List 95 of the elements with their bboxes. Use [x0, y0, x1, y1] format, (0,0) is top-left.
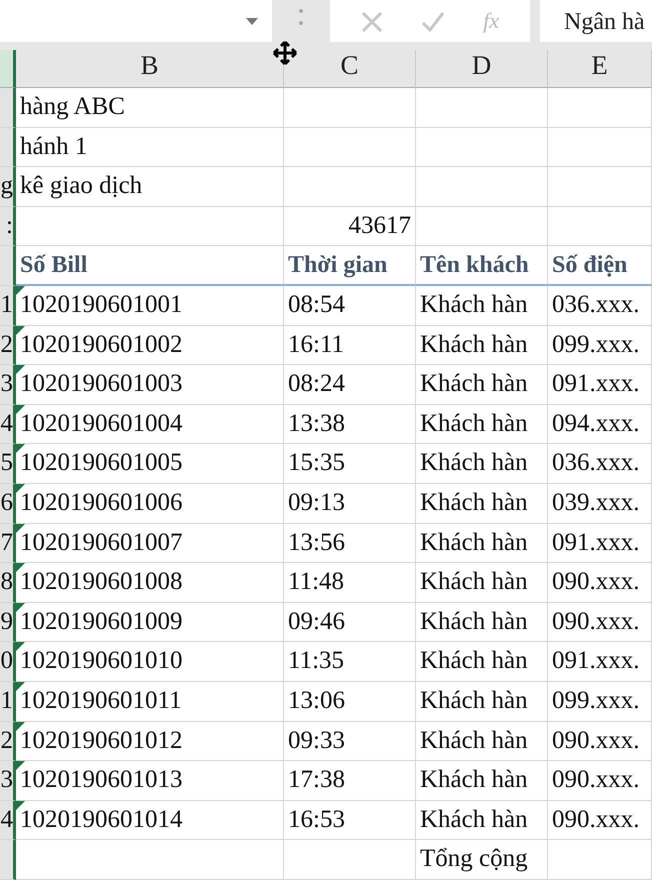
table-cell[interactable]: 1020190601013 [16, 761, 284, 801]
table-cell[interactable]: 090.xxx. [548, 563, 652, 603]
table-cell[interactable]: 090.xxx. [548, 602, 652, 642]
table-cell[interactable]: Khách hàn [416, 404, 548, 444]
table-cell[interactable]: 036.xxx. [548, 286, 652, 326]
table-cell[interactable]: 099.xxx. [548, 326, 652, 366]
table-cell[interactable]: 039.xxx. [548, 484, 652, 524]
column-header[interactable]: D [416, 50, 548, 88]
table-cell[interactable]: 1 [0, 682, 16, 722]
table-cell[interactable]: Khách hàn [416, 326, 548, 366]
name-box[interactable] [0, 0, 272, 42]
table-cell[interactable]: Khách hàn [416, 722, 548, 762]
table-cell[interactable]: 13:38 [284, 404, 416, 444]
table-cell[interactable]: 090.xxx. [548, 761, 652, 801]
column-header[interactable]: B [16, 50, 284, 88]
table-cell[interactable]: 11:48 [284, 563, 416, 603]
table-cell[interactable]: hánh 1 [16, 128, 284, 168]
column-header[interactable]: C [284, 50, 416, 88]
table-cell[interactable]: Khách hàn [416, 642, 548, 682]
table-cell[interactable] [0, 128, 16, 168]
table-cell[interactable]: kê giao dịch [16, 167, 284, 207]
table-cell[interactable]: Khách hàn [416, 682, 548, 722]
table-cell[interactable]: 17:38 [284, 761, 416, 801]
table-cell[interactable]: Tổng cộng [416, 840, 548, 880]
column-title[interactable]: Số Bill [16, 246, 284, 286]
table-cell[interactable]: 09:46 [284, 602, 416, 642]
table-cell[interactable]: 1020190601006 [16, 484, 284, 524]
table-cell[interactable]: 1020190601007 [16, 524, 284, 564]
table-cell[interactable]: 7 [0, 524, 16, 564]
table-cell[interactable]: 3 [0, 365, 16, 405]
table-cell[interactable]: 091.xxx. [548, 642, 652, 682]
table-cell[interactable]: 091.xxx. [548, 524, 652, 564]
table-cell[interactable]: Khách hàn [416, 602, 548, 642]
table-cell[interactable]: Khách hàn [416, 484, 548, 524]
table-cell[interactable]: 3 [0, 761, 16, 801]
table-cell[interactable]: Khách hàn [416, 563, 548, 603]
table-cell[interactable]: 13:06 [284, 682, 416, 722]
table-cell[interactable]: 090.xxx. [548, 722, 652, 762]
table-cell[interactable]: 1020190601002 [16, 326, 284, 366]
table-cell[interactable] [0, 88, 16, 128]
table-cell[interactable]: 1020190601001 [16, 286, 284, 326]
table-cell[interactable]: : [0, 206, 16, 246]
table-cell[interactable]: 1020190601004 [16, 404, 284, 444]
table-cell[interactable]: 1020190601012 [16, 722, 284, 762]
table-cell[interactable] [0, 840, 16, 880]
table-cell[interactable]: 5 [0, 444, 16, 484]
grip-icon [299, 8, 303, 26]
table-cell[interactable]: 1020190601010 [16, 642, 284, 682]
table-cell[interactable]: Khách hàn [416, 761, 548, 801]
column-title[interactable]: Tên khách [416, 246, 548, 286]
table-cell[interactable]: Khách hàn [416, 800, 548, 840]
table-cell[interactable]: 09:13 [284, 484, 416, 524]
table-cell[interactable]: 1020190601011 [16, 682, 284, 722]
dropdown-caret-icon [246, 18, 258, 24]
table-cell[interactable]: 09:33 [284, 722, 416, 762]
table-cell[interactable]: Khách hàn [416, 365, 548, 405]
table-cell[interactable]: 4 [0, 404, 16, 444]
table-cell[interactable]: 2 [0, 722, 16, 762]
column-header[interactable] [0, 50, 16, 88]
table-cell[interactable]: Khách hàn [416, 524, 548, 564]
table-cell[interactable]: 1020190601005 [16, 444, 284, 484]
table-cell[interactable]: 036.xxx. [548, 444, 652, 484]
table-cell[interactable]: hàng ABC [16, 88, 284, 128]
column-title[interactable]: Số điện [548, 246, 652, 286]
table-cell[interactable]: 11:35 [284, 642, 416, 682]
table-cell[interactable]: 08:24 [284, 365, 416, 405]
formula-content[interactable]: Ngân hà [540, 0, 652, 42]
table-cell[interactable]: Khách hàn [416, 444, 548, 484]
table-cell[interactable]: 1020190601009 [16, 602, 284, 642]
column-title[interactable]: Thời gian [284, 246, 416, 286]
table-cell[interactable]: g [0, 167, 16, 207]
table-cell[interactable]: 1020190601003 [16, 365, 284, 405]
table-cell[interactable]: 9 [0, 602, 16, 642]
table-cell[interactable]: 16:53 [284, 800, 416, 840]
table-cell[interactable]: 08:54 [284, 286, 416, 326]
table-cell[interactable]: 0 [0, 642, 16, 682]
table-cell[interactable]: 090.xxx. [548, 800, 652, 840]
table-cell[interactable]: 6 [0, 484, 16, 524]
table-cell[interactable] [0, 246, 16, 286]
table-cell[interactable]: 13:56 [284, 524, 416, 564]
table-cell[interactable]: 16:11 [284, 326, 416, 366]
move-cursor-icon [272, 40, 298, 66]
table-cell[interactable]: Khách hàn [416, 286, 548, 326]
table-cell[interactable]: 43617 [284, 206, 416, 246]
table-cell[interactable]: 099.xxx. [548, 682, 652, 722]
table-cell[interactable]: 4 [0, 800, 16, 840]
column-header[interactable]: E [548, 50, 652, 88]
table-cell[interactable]: 1020190601014 [16, 800, 284, 840]
table-cell[interactable]: 091.xxx. [548, 365, 652, 405]
table-cell[interactable]: 094.xxx. [548, 404, 652, 444]
table-cell[interactable]: 2 [0, 326, 16, 366]
table-cell[interactable]: 1020190601008 [16, 563, 284, 603]
table-cell[interactable]: 1 [0, 286, 16, 326]
table-cell[interactable]: 15:35 [284, 444, 416, 484]
table-cell[interactable]: 8 [0, 563, 16, 603]
